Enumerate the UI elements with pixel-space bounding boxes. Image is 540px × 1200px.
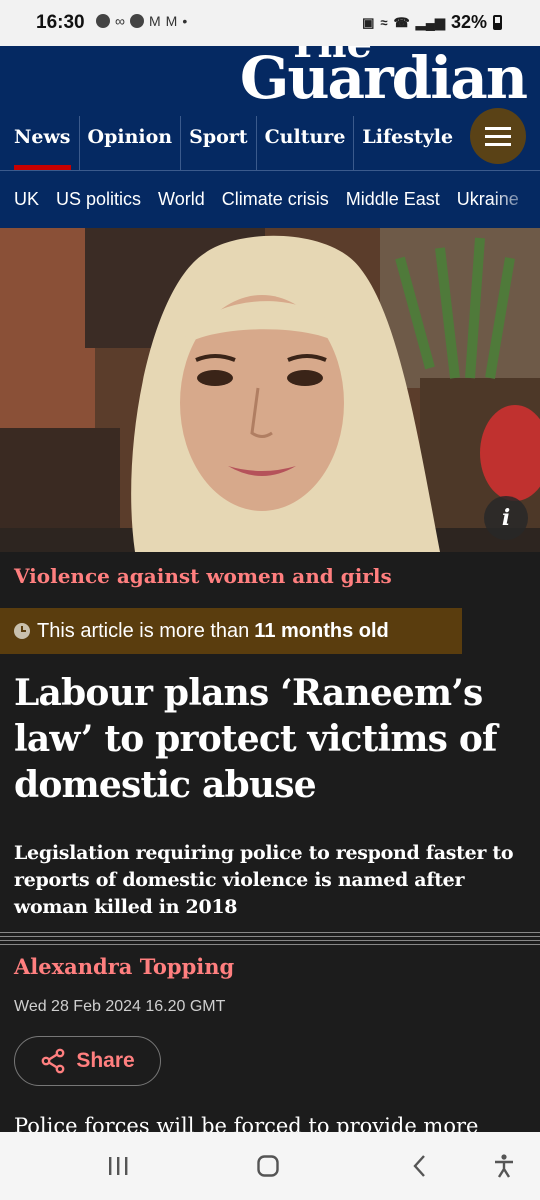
facebook-icon [129,14,144,28]
publish-date: Wed 28 Feb 2024 16.20 GMT [14,998,226,1015]
divider-rules [0,932,540,948]
portrait-photo [0,228,540,552]
battery-percent: 32% [450,12,487,32]
subnav-us-politics[interactable]: US politics [56,189,141,210]
signal-icon: ▂▄▆ [415,14,445,30]
home-button[interactable] [248,1146,288,1186]
subnav-middle-east[interactable]: Middle East [346,189,440,210]
pillar-lifestyle[interactable]: Lifestyle [353,116,461,170]
recent-apps-icon [109,1157,128,1175]
accessibility-button[interactable] [484,1146,524,1186]
home-icon [257,1155,279,1177]
messenger-icon [96,14,110,28]
pillar-opinion[interactable]: Opinion [78,116,181,170]
article-main-image[interactable]: i [0,228,540,552]
system-icons: ▣ ≈ ☎ ▂▄▆ 32% [362,12,502,33]
article-kicker[interactable]: Violence against women and girls [14,564,392,588]
age-warning-value: 11 months old [254,619,389,642]
share-button[interactable]: Share [14,1036,161,1086]
notification-icons: ∞ M M • [96,13,187,29]
pillar-news[interactable]: News [0,116,79,170]
section-subnav: UK US politics World Climate crisis Midd… [0,170,540,228]
status-time: 16:30 [36,12,85,33]
call-icon: ☎ [393,14,410,30]
share-label: Share [76,1049,135,1072]
article-headline: Labour plans ‘Raneem’s law’ to protect v… [14,672,498,806]
share-icon [41,1048,65,1074]
status-bar: 16:30 ∞ M M • ▣ ≈ ☎ ▂▄▆ 32% [0,0,540,46]
guardian-logo[interactable]: Guardian [240,48,528,108]
article-standfirst: Legislation requiring police to respond … [14,842,514,918]
back-icon [413,1155,425,1177]
voicemail-icon: ∞ [115,13,125,29]
gmail-icon-2: M [165,13,178,29]
hamburger-icon-line [485,142,511,146]
accessibility-icon [495,1154,513,1178]
subnav-fade [490,171,540,228]
alarm-icon: ▣ [362,14,375,30]
pillar-culture[interactable]: Culture [255,116,354,170]
article-body: Violence against women and girls This ar… [0,552,540,1132]
back-button[interactable] [400,1146,440,1186]
pillar-sport[interactable]: Sport [180,116,255,170]
age-warning-text: This article is more than [37,619,250,642]
more-notifications-icon: • [182,13,188,29]
wifi-icon: ≈ [380,15,388,30]
subnav-climate-crisis[interactable]: Climate crisis [222,189,329,210]
site-header: The Guardian News Opinion Sport Culture … [0,46,540,170]
hamburger-icon-line [485,126,511,130]
article-age-warning: This article is more than 11 months old [0,608,462,654]
battery-icon [493,15,502,30]
recent-apps-button[interactable] [98,1146,138,1186]
subnav-world[interactable]: World [158,189,205,210]
menu-button[interactable] [470,108,526,164]
system-nav-bar [0,1132,540,1200]
gmail-icon: M [148,13,161,29]
clock-icon [14,623,30,639]
article-body-text: Police forces will be forced to provide … [14,1114,479,1132]
image-info-button[interactable]: i [484,496,528,540]
subnav-uk[interactable]: UK [14,189,39,210]
pillar-nav: News Opinion Sport Culture Lifestyle [0,116,461,170]
hamburger-icon-line [485,134,511,138]
author-byline[interactable]: Alexandra Topping [14,954,234,979]
